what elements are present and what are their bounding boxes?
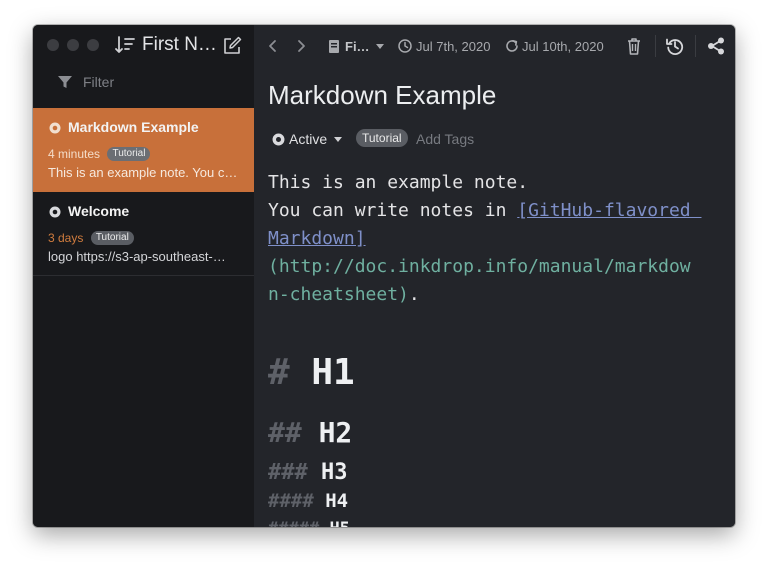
note-item-title: Markdown Example [68,119,199,135]
compose-icon[interactable] [221,35,243,57]
chevron-down-icon [334,137,342,142]
status-icon [49,122,61,134]
notebook-title: First N… [142,34,217,55]
note-item-tag: Tutorial [107,146,151,161]
note-item-time: 3 days [48,230,84,245]
trash-icon[interactable] [625,36,643,56]
updated-date: Jul 10th, 2020 [522,39,604,54]
editor-link-text: Markdown] [268,228,366,249]
editor-line: This is an example note. [268,172,529,193]
heading-marker: ## [268,416,302,449]
notebook-icon [329,40,339,53]
heading-text: H2 [318,416,353,449]
editor-text: You can write notes in [268,200,518,221]
editor-heading-h2: ## H2 [268,417,352,449]
app-window: First N… Filter Markdown Example 4 minut… [33,25,735,527]
editor-link-url: (http://doc.inkdrop.info/manual/markdow [268,256,691,277]
editor-heading-h5: ##### H5 [268,519,350,527]
window-minimize-button[interactable] [67,39,79,51]
heading-marker: ### [268,460,308,485]
heading-marker: ##### [268,519,319,527]
list-item-markdown-example[interactable]: Markdown Example 4 minutes Tutorial This… [33,108,254,192]
editor-heading-h3: ### H3 [268,460,348,486]
heading-text: H1 [311,352,355,393]
filter-icon [58,76,72,88]
note-item-meta: 4 minutes Tutorial [48,145,151,161]
chevron-down-icon [376,44,384,49]
chevron-right-icon[interactable] [294,36,308,56]
sidebar-header: First N… [33,25,254,65]
note-item-tag: Tutorial [90,230,134,245]
add-tags-input[interactable]: Add Tags [416,131,474,147]
note-list-sidebar: First N… Filter Markdown Example 4 minut… [33,25,254,527]
history-refresh-icon [506,40,518,52]
share-icon[interactable] [706,36,726,56]
heading-text: H5 [329,519,349,527]
clock-icon [398,39,412,53]
editor-text: . [408,284,420,305]
note-item-time: 4 minutes [48,146,101,161]
editor-line: n-cheatsheet). [268,281,728,309]
toolbar-divider [695,35,696,57]
editor-link-url: n-cheatsheet) [268,284,409,305]
heading-marker: #### [268,490,314,512]
created-date: Jul 7th, 2020 [416,39,491,54]
heading-text: H4 [325,490,349,512]
editor-heading-h1: # H1 [268,353,355,393]
status-label: Active [289,131,328,147]
status-icon [272,133,285,146]
note-item-title: Welcome [68,203,130,219]
revision-history-icon[interactable] [665,36,685,56]
heading-text: H3 [321,460,348,485]
notebook-dropdown[interactable]: Fi… [345,39,370,54]
note-title-field[interactable]: Markdown Example [268,80,496,111]
status-icon [49,206,61,218]
window-zoom-button[interactable] [87,39,99,51]
note-editor-pane: Fi… Jul 7th, 2020 Jul 10th, 2020 Markdow… [254,25,735,527]
editor-line: You can write notes in [GitHub-flavored [268,197,728,225]
list-item-welcome[interactable]: Welcome 3 days Tutorial logo https://s3-… [33,192,254,276]
toolbar-divider [655,35,656,57]
filter-placeholder: Filter [83,74,115,90]
tag-chip[interactable]: Tutorial [356,129,408,147]
note-item-snippet: logo https://s3-ap-southeast-… [48,249,226,264]
note-item-meta: 3 days Tutorial [48,229,134,245]
editor-heading-h4: #### H4 [268,490,348,512]
editor-toolbar: Fi… Jul 7th, 2020 Jul 10th, 2020 [254,25,735,67]
editor-link-text: [GitHub-flavored [517,200,702,221]
markdown-editor[interactable]: This is an example note. You can write n… [268,169,728,309]
window-close-button[interactable] [47,39,59,51]
heading-marker: # [268,352,290,393]
editor-line: Markdown] [268,225,728,253]
note-item-snippet: This is an example note. You c… [48,165,238,180]
chevron-left-icon[interactable] [266,36,280,56]
sort-icon[interactable] [114,34,136,56]
